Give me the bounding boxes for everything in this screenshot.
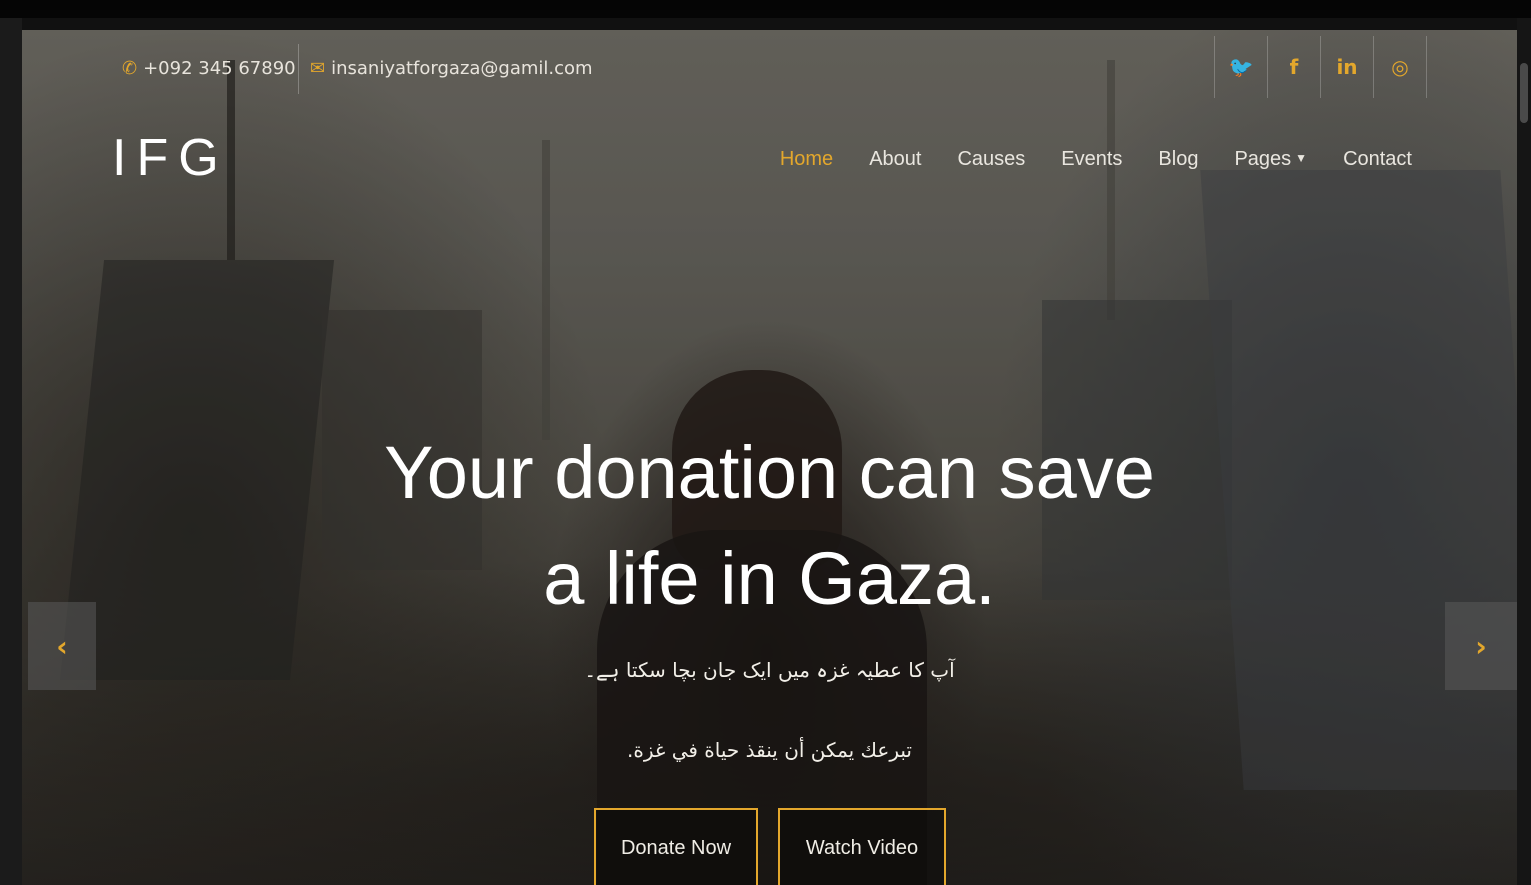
nav-blog[interactable]: Blog [1158, 148, 1198, 171]
hero-arabic-text: تبرعك يمكن أن ينقذ حياة في غزة. [627, 738, 912, 762]
browser-viewport: ✆ +092 345 67890 ✉ insaniyatforgaza@gami… [0, 0, 1531, 885]
email-address: insaniyatforgaza@gamil.com [331, 57, 593, 79]
caret-down-icon: ▼ [1295, 151, 1308, 165]
chevron-right-icon: › [1475, 629, 1487, 663]
linkedin-icon[interactable]: in [1320, 36, 1373, 98]
watch-video-button[interactable]: Watch Video [778, 808, 946, 885]
envelope-icon: ✉ [310, 57, 326, 79]
scrollbar-thumb[interactable] [1520, 63, 1528, 123]
window-top-edge [0, 0, 1531, 18]
facebook-icon[interactable]: f [1267, 36, 1320, 98]
top-contact-bar: ✆ +092 345 67890 ✉ insaniyatforgaza@gami… [22, 30, 1517, 104]
nav-events[interactable]: Events [1061, 148, 1122, 171]
social-links: 🐦 f in ◎ [1214, 36, 1427, 98]
nav-pages[interactable]: Pages ▼ [1234, 148, 1307, 171]
donate-now-button[interactable]: Donate Now [594, 808, 758, 885]
phone-number: +092 345 67890 [143, 57, 296, 79]
phone-icon: ✆ [122, 57, 138, 79]
scrollbar-track[interactable] [1517, 18, 1531, 885]
instagram-icon[interactable]: ◎ [1373, 36, 1427, 98]
nav-pages-label: Pages [1234, 148, 1292, 170]
contact-email[interactable]: ✉ insaniyatforgaza@gamil.com [310, 54, 593, 82]
carousel-next-button[interactable]: › [1445, 602, 1517, 690]
nav-about[interactable]: About [869, 148, 921, 171]
nav-contact[interactable]: Contact [1343, 148, 1412, 171]
main-nav: Home About Causes Events Blog Pages ▼ Con… [780, 148, 1412, 171]
contact-divider [298, 44, 299, 94]
nav-home[interactable]: Home [780, 148, 833, 171]
hero-section: ✆ +092 345 67890 ✉ insaniyatforgaza@gami… [22, 30, 1517, 885]
hero-headline-line2: a life in Gaza. [543, 537, 996, 620]
window-left-edge [0, 18, 22, 885]
contact-phone[interactable]: ✆ +092 345 67890 [122, 54, 296, 82]
hero-urdu-text: آپ کا عطیہ غزہ میں ایک جان بچا سکتا ہے۔ [584, 658, 955, 682]
hero-headline: Your donation can save a life in Gaza. [22, 420, 1517, 632]
chevron-left-icon: ‹ [56, 629, 68, 663]
carousel-prev-button[interactable]: ‹ [28, 602, 96, 690]
hero-headline-line1: Your donation can save [384, 431, 1155, 514]
twitter-icon[interactable]: 🐦 [1214, 36, 1267, 98]
site-logo[interactable]: IFG [112, 128, 229, 188]
nav-causes[interactable]: Causes [957, 148, 1025, 171]
